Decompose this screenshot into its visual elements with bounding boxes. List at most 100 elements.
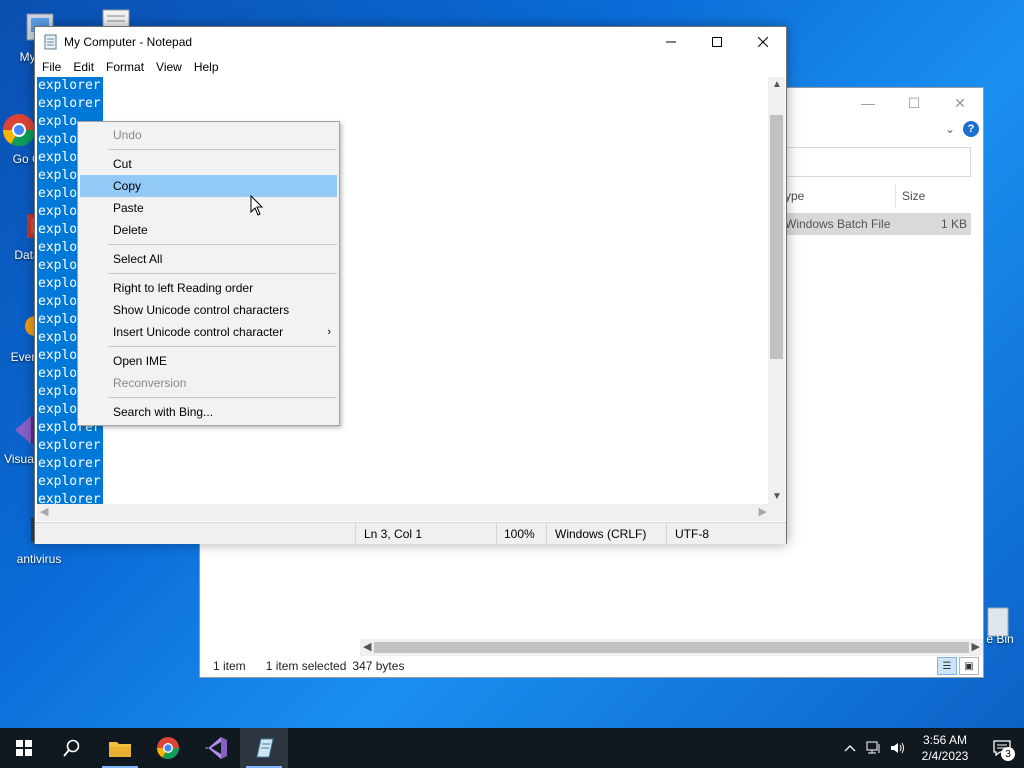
scroll-left-icon[interactable]: ◀ <box>363 640 371 653</box>
clock-date: 2/4/2023 <box>921 749 969 763</box>
scroll-up-icon[interactable]: ▲ <box>772 79 782 90</box>
scroll-down-icon[interactable]: ▼ <box>772 491 782 502</box>
minimize-icon[interactable]: — <box>845 88 891 118</box>
menu-item-copy[interactable]: Copy <box>80 175 337 197</box>
chevron-right-icon: › <box>327 326 331 338</box>
minimize-button[interactable] <box>648 27 694 57</box>
menu-item-label: Paste <box>113 201 144 215</box>
desktop-icon-label: antivirus <box>16 552 62 566</box>
selected-size: 347 bytes <box>352 659 405 673</box>
menu-item-label: Search with Bing... <box>113 405 214 419</box>
menu-bar: File Edit Format View Help <box>35 57 786 77</box>
menu-edit[interactable]: Edit <box>67 60 100 74</box>
action-center-button[interactable]: 3 <box>980 728 1024 768</box>
menu-format[interactable]: Format <box>100 60 150 74</box>
taskbar-notepad[interactable] <box>240 728 288 768</box>
menu-item-open-ime[interactable]: Open IME <box>80 350 337 372</box>
menu-item-label: Cut <box>113 157 132 171</box>
scroll-left-icon[interactable]: ◀ <box>40 505 48 518</box>
scroll-right-icon[interactable]: ▶ <box>972 640 980 653</box>
file-size-cell: 1 KB <box>940 217 967 231</box>
scroll-right-icon[interactable]: ▶ <box>759 505 767 518</box>
taskbar-chrome[interactable] <box>144 728 192 768</box>
chrome-icon <box>1 112 37 148</box>
menu-item-label: Open IME <box>113 354 168 368</box>
menu-separator <box>108 273 337 274</box>
menu-item-delete[interactable]: Delete <box>80 219 337 241</box>
menu-item-label: Select All <box>113 252 163 266</box>
search-button[interactable] <box>48 728 96 768</box>
clock[interactable]: 3:56 AM 2/4/2023 <box>910 732 980 764</box>
file-type-cell: Windows Batch File <box>785 217 891 231</box>
chrome-icon <box>157 737 179 759</box>
resize-grip[interactable] <box>768 504 785 521</box>
file-row[interactable]: Windows Batch File 1 KB <box>783 213 971 235</box>
horizontal-scrollbar[interactable]: ◀ ▶ <box>360 639 983 656</box>
text-line: explorer <box>37 473 103 491</box>
explorer-window-controls: — ☐ ✕ <box>845 88 983 118</box>
details-view-icon[interactable]: ☰ <box>937 657 957 675</box>
notepad-title-bar[interactable]: My Computer - Notepad <box>35 27 786 57</box>
scrollbar-thumb[interactable] <box>770 115 783 359</box>
close-icon[interactable]: ✕ <box>937 88 983 118</box>
close-icon <box>758 37 768 47</box>
search-input[interactable] <box>785 147 971 177</box>
maximize-button[interactable] <box>694 27 740 57</box>
item-count: 1 item <box>213 659 246 673</box>
zoom-level: 100% <box>496 523 546 544</box>
notification-badge: 3 <box>1001 747 1015 761</box>
menu-item-label: Reconversion <box>113 376 187 390</box>
folder-icon <box>109 742 131 757</box>
view-switcher: ☰ ▣ <box>937 657 979 675</box>
column-header-type[interactable]: ype <box>783 184 896 208</box>
clock-time: 3:56 AM <box>922 733 968 747</box>
notepad-icon <box>44 34 57 50</box>
menu-view[interactable]: View <box>150 60 188 74</box>
scrollbar-thumb[interactable] <box>374 642 969 653</box>
windows-logo-icon <box>16 740 32 756</box>
horizontal-scrollbar[interactable]: ◀ ▶ <box>37 504 770 521</box>
network-icon[interactable] <box>862 728 886 768</box>
mouse-cursor-icon <box>250 195 264 216</box>
maximize-icon <box>712 37 722 47</box>
volume-icon[interactable] <box>886 728 910 768</box>
window-controls <box>648 27 786 57</box>
start-button[interactable] <box>0 728 48 768</box>
menu-help[interactable]: Help <box>188 60 225 74</box>
menu-separator <box>108 397 337 398</box>
taskbar: 3:56 AM 2/4/2023 3 <box>0 728 1024 768</box>
menu-item-paste[interactable]: Paste <box>80 197 337 219</box>
menu-item-insert-unicode-control-character[interactable]: Insert Unicode control character › <box>80 321 337 343</box>
selected-count: 1 item selected <box>265 659 347 673</box>
menu-item-cut[interactable]: Cut <box>80 153 337 175</box>
menu-item-label: Delete <box>113 223 148 237</box>
window-title: My Computer - Notepad <box>64 35 193 49</box>
large-icons-view-icon[interactable]: ▣ <box>959 657 979 675</box>
text-line: explorer <box>37 491 103 504</box>
text-line: explorer <box>37 77 103 95</box>
chevron-up-icon[interactable] <box>838 728 862 768</box>
context-menu: Undo Cut Copy Paste Delete Select All Right to… <box>77 121 340 426</box>
maximize-icon[interactable]: ☐ <box>891 88 937 118</box>
menu-separator <box>108 149 337 150</box>
help-icon[interactable]: ? <box>963 121 979 137</box>
column-header-row: ype Size <box>783 184 971 208</box>
menu-item-select-all[interactable]: Select All <box>80 248 337 270</box>
menu-item-label: Undo <box>113 128 142 142</box>
taskbar-visual-studio[interactable] <box>192 728 240 768</box>
chevron-down-icon[interactable]: ⌄ <box>945 122 955 136</box>
cursor-position: Ln 3, Col 1 <box>355 523 496 544</box>
text-line: explorer <box>37 95 103 113</box>
menu-file[interactable]: File <box>36 60 67 74</box>
menu-item-show-unicode-control-characters[interactable]: Show Unicode control characters <box>80 299 337 321</box>
vertical-scrollbar[interactable]: ▲ ▼ <box>768 77 785 504</box>
close-button[interactable] <box>740 27 786 57</box>
column-header-size[interactable]: Size <box>896 184 925 208</box>
taskbar-file-explorer[interactable] <box>96 728 144 768</box>
notepad-status-bar: Ln 3, Col 1 100% Windows (CRLF) UTF-8 <box>35 522 786 544</box>
menu-item-label: Right to left Reading order <box>113 281 254 295</box>
visual-studio-icon <box>205 737 227 759</box>
menu-item-search-with-bing[interactable]: Search with Bing... <box>80 401 337 423</box>
menu-item-undo: Undo <box>80 124 337 146</box>
menu-item-right-to-left-reading-order[interactable]: Right to left Reading order <box>80 277 337 299</box>
